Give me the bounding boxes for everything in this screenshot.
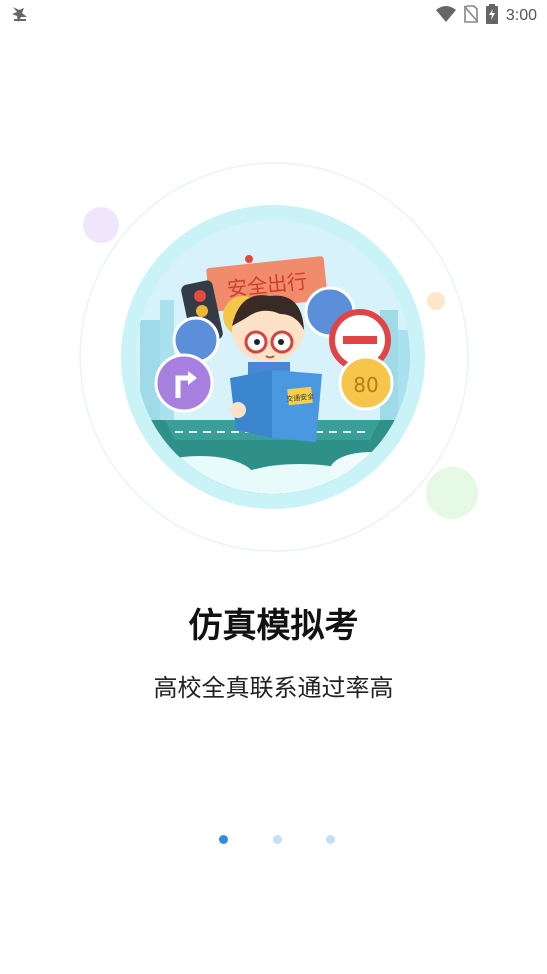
clock: 3:00 [505,7,537,24]
onboarding-illustration: 安全出行 80 交通安全 [0,150,547,570]
bubble-orange [427,292,445,310]
wifi-icon [435,6,456,26]
svg-text:80: 80 [353,373,378,397]
no-sim-icon [463,5,479,27]
onboarding-subtitle: 高校全真联系通过率高 [153,674,394,702]
onboarding-title: 仿真模拟考 [188,606,359,646]
sign-turn [154,353,214,413]
notification-icon [10,4,30,28]
status-bar: 3:00 [0,0,547,30]
page-dot-2[interactable] [273,835,282,844]
page-indicator [0,835,547,847]
bubble-purple [83,207,119,243]
battery-icon [485,4,498,28]
page-dot-3[interactable] [326,835,335,844]
page-dot-1-active[interactable] [219,835,228,844]
bubble-green [426,467,478,519]
